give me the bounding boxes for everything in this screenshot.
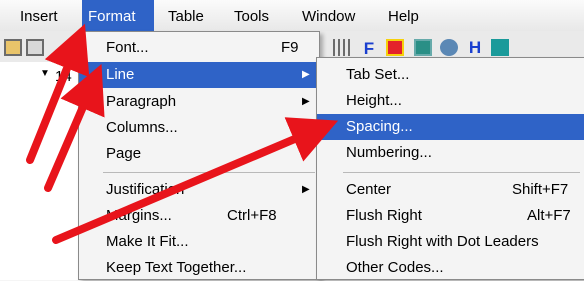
menu-item-label: Page [106,145,142,162]
menu-item-shortcut: F9 [281,39,299,56]
menu-item-font[interactable]: Font... F9 [79,35,319,61]
table-grid-icon[interactable] [333,39,351,56]
menu-item-label: Keep Text Together... [106,259,247,276]
menu-item-center[interactable]: Center Shift+F7 [317,177,584,203]
menu-item-page[interactable]: Page ▶ [79,141,319,167]
menu-tools[interactable]: Tools [228,0,275,31]
highlight-icon[interactable] [386,39,404,56]
menu-item-shortcut: Alt+F7 [527,207,571,224]
menu-item-label: Other Codes... [346,259,444,276]
menu-item-numbering[interactable]: Numbering... [317,140,584,166]
menu-item-label: Margins... [106,207,172,224]
menu-item-justification[interactable]: Justification ▶ [79,177,319,203]
menu-item-keep-text-together[interactable]: Keep Text Together... [79,255,319,281]
heading-icon[interactable]: H [466,39,484,56]
menu-item-other-codes[interactable]: Other Codes... [317,255,584,281]
menu-item-label: Flush Right [346,207,422,224]
menu-table[interactable]: Table [162,0,210,31]
menu-item-label: Line [106,66,135,83]
menu-item-paragraph[interactable]: Paragraph ▶ [79,89,319,115]
menu-item-label: Font... [106,39,149,56]
menu-separator [103,172,315,173]
menu-item-label: Justification [106,181,185,198]
chevron-down-icon[interactable]: ▼ [40,68,50,79]
ruler: ▼ 14 [0,62,90,93]
chevron-right-icon: ▶ [302,148,310,159]
menu-item-label: Numbering... [346,144,432,161]
menu-item-label: Make It Fit... [106,233,189,250]
menu-item-shortcut: Ctrl+F8 [227,207,277,224]
menu-insert[interactable]: Insert [14,0,64,31]
document-area[interactable] [0,92,90,280]
menu-item-label: Paragraph [106,93,177,110]
image-icon[interactable] [414,39,432,56]
chevron-right-icon: ▶ [302,69,310,80]
chevron-right-icon: ▶ [302,96,310,107]
line-submenu: Tab Set... Height... Spacing... Numberin… [316,57,584,280]
menu-bar: Insert Format Table Tools Window Help [0,0,584,32]
menu-item-flush-right-dot-leaders[interactable]: Flush Right with Dot Leaders [317,229,584,255]
format-menu: Font... F9 Line ▶ Paragraph ▶ Columns...… [78,31,320,280]
menu-item-line[interactable]: Line ▶ [79,62,319,88]
chevron-right-icon: ▶ [302,184,310,195]
menu-item-tab-set[interactable]: Tab Set... [317,62,584,88]
clipboard-icon[interactable] [440,39,458,56]
menu-item-label: Flush Right with Dot Leaders [346,233,539,250]
menu-item-label: Columns... [106,119,178,136]
menu-item-label: Height... [346,92,402,109]
menu-window[interactable]: Window [296,0,361,31]
menu-format[interactable]: Format [82,0,154,31]
binder-icon[interactable] [4,39,22,56]
font-size-field[interactable]: 14 [55,68,72,85]
menu-item-margins[interactable]: Margins... Ctrl+F8 [79,203,319,229]
clipboard-icon[interactable] [26,39,44,56]
menu-item-flush-right[interactable]: Flush Right Alt+F7 [317,203,584,229]
menu-item-label: Center [346,181,392,198]
menu-item-shortcut: Shift+F7 [512,181,569,198]
font-color-icon[interactable]: F [360,40,378,57]
image-icon[interactable] [491,39,509,56]
menu-item-make-it-fit[interactable]: Make It Fit... [79,229,319,255]
menu-item-label: Spacing... [346,118,413,135]
menu-separator [343,172,580,173]
menu-item-spacing[interactable]: Spacing... [317,114,584,140]
menu-help[interactable]: Help [382,0,425,31]
menu-item-label: Tab Set... [346,66,410,83]
menu-item-height[interactable]: Height... [317,88,584,114]
menu-item-columns[interactable]: Columns... [79,115,319,141]
